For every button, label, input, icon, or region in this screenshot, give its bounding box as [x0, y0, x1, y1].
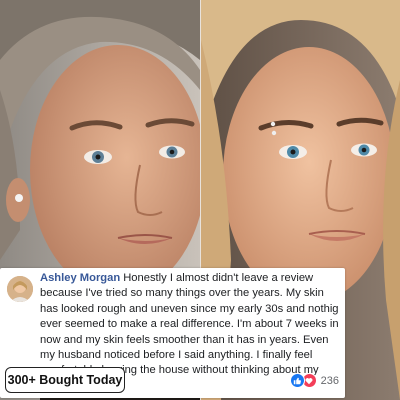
like-icon	[289, 373, 305, 388]
reviewer-name[interactable]: Ashley Morgan	[40, 272, 120, 284]
reviewer-avatar[interactable]	[7, 276, 33, 302]
bought-today-badge: 300+ Bought Today	[5, 367, 125, 393]
reactions[interactable]: 236	[289, 373, 339, 388]
reaction-count: 236	[320, 374, 339, 387]
